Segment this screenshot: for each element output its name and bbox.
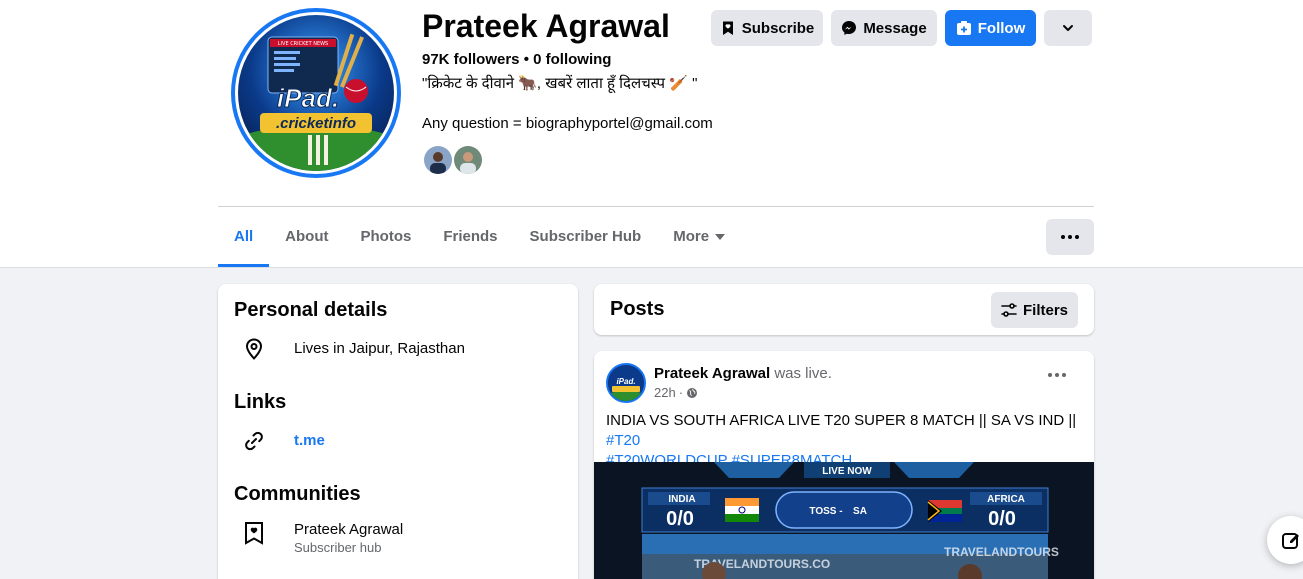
communities-title: Communities xyxy=(234,483,361,505)
avatar-logo-text1: iPad. xyxy=(277,83,339,113)
links-title: Links xyxy=(234,391,287,413)
india-flag xyxy=(725,498,759,522)
location-text: Lives in Jaipur, Rajasthan xyxy=(294,340,465,357)
tab-about[interactable]: About xyxy=(269,207,344,267)
tab-label: About xyxy=(285,228,329,245)
tab-more[interactable]: More xyxy=(657,207,741,267)
chevron-down-icon xyxy=(1063,25,1073,31)
team2-score: 0/0 xyxy=(988,508,1016,530)
more-actions-button[interactable] xyxy=(1044,10,1092,46)
posts-header-card: Posts Filters xyxy=(594,284,1094,335)
tab-label: Subscriber Hub xyxy=(529,228,642,245)
post-body-text: INDIA VS SOUTH AFRICA LIVE T20 SUPER 8 M… xyxy=(606,412,1077,429)
message-label: Message xyxy=(863,19,927,37)
link-row: t.me xyxy=(242,429,325,453)
new-message-button[interactable] xyxy=(1267,516,1303,564)
team2-name: AFRICA xyxy=(987,494,1025,505)
tab-label: Friends xyxy=(443,228,498,245)
community-subtitle: Subscriber hub xyxy=(294,540,382,555)
mutual-followers[interactable] xyxy=(422,144,484,176)
avatar-logo-text2: .cricketinfo xyxy=(276,115,356,132)
profile-contact: Any question = biographyportel@gmail.com xyxy=(422,115,713,132)
profile-tabs: All About Photos Friends Subscriber Hub … xyxy=(218,207,741,267)
subscribe-button[interactable]: Subscribe xyxy=(711,10,823,46)
post-author-name[interactable]: Prateek Agrawal xyxy=(654,365,770,382)
post-options-button[interactable] xyxy=(1048,373,1066,377)
community-row[interactable]: Prateek Agrawal Subscriber hub xyxy=(242,521,403,555)
filters-button[interactable]: Filters xyxy=(991,292,1078,328)
filters-label: Filters xyxy=(1022,301,1068,319)
posts-title: Posts xyxy=(610,298,665,320)
hashtag-link[interactable]: #T20 xyxy=(606,432,640,449)
ellipsis-icon xyxy=(1048,373,1066,377)
mutual-avatar[interactable] xyxy=(452,144,484,176)
avatar-banner-text: LIVE CRICKET NEWS xyxy=(278,41,328,47)
post-author-line: Prateek Agrawal was live. xyxy=(654,365,832,382)
post-author-avatar[interactable]: iPad. xyxy=(606,363,646,403)
video-frame: LIVE NOW INDIA 0/0 TOSS - SA AFRICA 0/0 … xyxy=(594,462,1094,579)
follow-icon xyxy=(956,21,971,35)
subscribe-label: Subscribe xyxy=(741,19,815,37)
post-action-text: was live. xyxy=(774,365,832,382)
compose-icon xyxy=(1282,533,1299,549)
tab-friends[interactable]: Friends xyxy=(427,207,513,267)
stadium-banner-right: TRAVELANDTOURS xyxy=(944,545,1059,559)
external-link[interactable]: t.me xyxy=(294,432,325,449)
tab-label: Photos xyxy=(360,228,412,245)
post-card: iPad. Prateek Agrawal was live. 22h · IN… xyxy=(594,351,1094,579)
messenger-icon xyxy=(842,21,857,35)
follower-counts[interactable]: 97K followers • 0 following xyxy=(422,51,611,68)
post-timestamp[interactable]: 22h xyxy=(654,385,676,400)
team1-score: 0/0 xyxy=(666,508,694,530)
tab-label: More xyxy=(673,228,710,245)
intro-card: Personal details Lives in Jaipur, Rajast… xyxy=(218,284,578,579)
avatar-logo: LIVE CRICKET NEWS iPad. .cricketinfo xyxy=(238,15,394,171)
toss-label: TOSS - xyxy=(809,506,842,517)
live-now-label: LIVE NOW xyxy=(822,466,872,477)
profile-avatar[interactable]: LIVE CRICKET NEWS iPad. .cricketinfo xyxy=(231,8,401,178)
tab-subscriber-hub[interactable]: Subscriber Hub xyxy=(514,207,658,267)
tab-all[interactable]: All xyxy=(218,207,270,267)
globe-icon xyxy=(687,387,698,398)
tab-photos[interactable]: Photos xyxy=(345,207,428,267)
toss-team: SA xyxy=(853,506,867,517)
profile-name: Prateek Agrawal xyxy=(422,8,670,44)
team1-name: INDIA xyxy=(668,494,695,505)
community-badge-icon xyxy=(242,521,266,545)
south-africa-flag xyxy=(927,500,962,522)
ellipsis-icon xyxy=(1061,235,1079,239)
profile-bio: "क्रिकेट के दीवाने 🐂, खबरें लाता हूँ दिल… xyxy=(422,75,698,92)
svg-text:iPad.: iPad. xyxy=(616,377,635,386)
follow-button[interactable]: Follow xyxy=(945,10,1036,46)
message-button[interactable]: Message xyxy=(831,10,937,46)
follow-label: Follow xyxy=(977,19,1026,37)
personal-details-title: Personal details xyxy=(234,299,388,321)
community-name[interactable]: Prateek Agrawal xyxy=(294,521,403,538)
caret-down-icon xyxy=(715,234,726,240)
post-video[interactable]: LIVE NOW INDIA 0/0 TOSS - SA AFRICA 0/0 … xyxy=(594,462,1094,579)
tabs-more-button[interactable] xyxy=(1046,219,1094,255)
filters-icon xyxy=(1001,303,1017,317)
location-pin-icon xyxy=(242,337,266,361)
post-meta: 22h · xyxy=(654,385,698,400)
link-icon xyxy=(242,429,266,453)
mutual-avatar[interactable] xyxy=(422,144,454,176)
subscribe-icon xyxy=(722,21,733,35)
location-row: Lives in Jaipur, Rajasthan xyxy=(242,337,465,361)
tab-label: All xyxy=(234,228,254,245)
